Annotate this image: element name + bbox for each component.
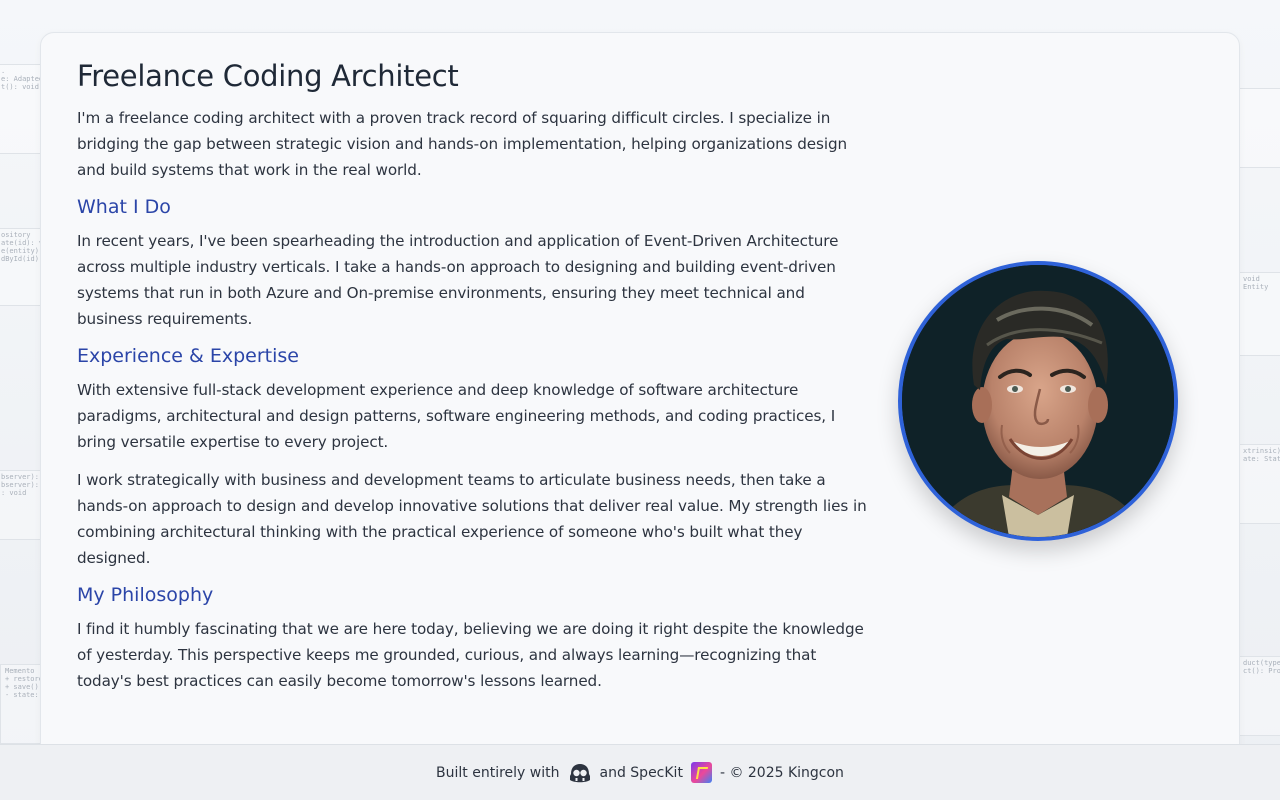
section-heading-what-i-do: What I Do	[77, 196, 171, 218]
github-copilot-icon-svg	[569, 763, 590, 782]
uml-snippet-adaptee: . e: Adaptee t(): void	[0, 64, 42, 154]
uml-snippet-state: xtrinsic): ate: State	[1238, 444, 1280, 524]
page-title: Freelance Coding Architect	[77, 59, 459, 93]
github-copilot-icon	[568, 762, 592, 784]
uml-snippet-entity: void Entity	[1238, 272, 1280, 356]
section-heading-philosophy: My Philosophy	[77, 584, 214, 606]
philosophy-paragraph: I find it humbly fascinating that we are…	[77, 620, 864, 690]
profile-content: Freelance Coding Architect I'm a freelan…	[77, 57, 867, 706]
section-heading-experience: Experience & Expertise	[77, 345, 299, 367]
experience-paragraph-1: With extensive full-stack development ex…	[77, 381, 836, 451]
uml-snippet-observer: bserver): bserver): : void	[0, 470, 42, 540]
profile-card: Freelance Coding Architect I'm a freelan…	[40, 32, 1240, 772]
uml-snippet-memento: Memento + restore + save(): - state:	[0, 664, 42, 744]
footer-copyright: - © 2025 Kingcon	[719, 764, 844, 781]
profile-photo	[898, 261, 1178, 541]
experience-paragraph-2: I work strategically with business and d…	[77, 471, 867, 567]
uml-snippet-repository: ository ate(id): vo e(entity): dById(id)…	[0, 228, 42, 306]
footer: Built entirely with and SpecKit - © 2025…	[0, 744, 1280, 800]
speckit-icon	[690, 762, 712, 783]
intro-paragraph: I'm a freelance coding architect with a …	[77, 109, 848, 179]
uml-frame-right-top	[1238, 88, 1280, 168]
footer-and-speckit: and SpecKit	[599, 764, 683, 781]
footer-built-with: Built entirely with	[436, 764, 560, 781]
uml-snippet-product: duct(type) ct(): Produ	[1238, 656, 1280, 736]
what-i-do-paragraph: In recent years, I've been spearheading …	[77, 232, 839, 328]
profile-photo-illustration	[902, 265, 1174, 537]
